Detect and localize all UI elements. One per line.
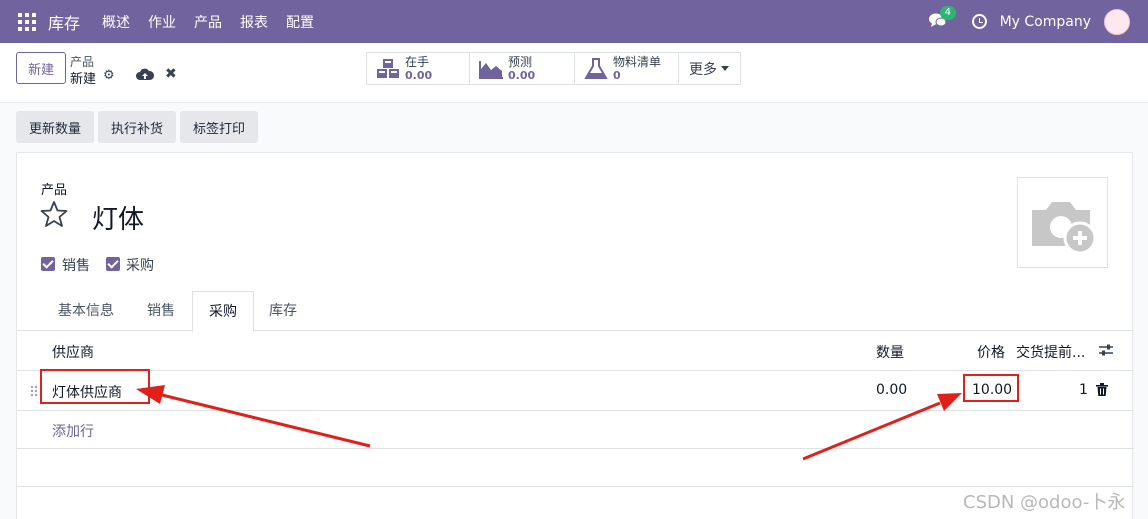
favorite-star-icon[interactable] [39,199,69,229]
replenish-button[interactable]: 执行补货 [98,111,176,143]
cubes-icon [377,58,399,78]
product-image-uploader[interactable] [1017,177,1108,268]
drag-handle-icon[interactable] [30,385,38,397]
chat-count-badge: 4 [939,5,956,20]
vendor-highlight-box [40,369,150,404]
gear-icon[interactable]: ⚙ [103,68,115,83]
stat-bom-value: 0 [613,68,621,82]
vendor-list-header: 供应商 数量 价格 交货提前... [17,331,1134,371]
product-field-label: 产品 [41,183,68,198]
tab-sales[interactable]: 销售 [131,291,191,331]
price-highlight-box [963,374,1019,402]
more-label: 更多 [689,61,717,78]
breadcrumb-current: 新建 [70,72,97,87]
column-settings-icon[interactable] [1099,344,1113,356]
activity-clock-icon[interactable] [971,14,987,29]
flask-icon [584,57,608,79]
control-panel: 新建 产品 新建 ⚙ ✖ 在手 0.00 预测 0.00 物料清单 0 更多 [0,43,1148,103]
stat-bom-label: 物料清单 [613,54,662,69]
col-price[interactable]: 价格 [977,342,1005,362]
add-line-link[interactable]: 添加行 [52,421,94,441]
stat-on-hand[interactable]: 在手 0.00 [366,52,470,85]
user-avatar[interactable] [1104,8,1130,35]
col-vendor[interactable]: 供应商 [52,342,94,362]
purchase-ok-checkbox[interactable] [106,257,120,271]
menu-overview[interactable]: 概述 [102,12,130,32]
menu-reporting[interactable]: 报表 [240,12,268,32]
watermark: CSDN @odoo-卜永 [963,492,1126,513]
more-dropdown[interactable]: 更多 [678,52,741,85]
stat-on-hand-label: 在手 [405,54,430,69]
row-lead-time[interactable]: 1 [1079,382,1088,398]
product-name-field[interactable]: 灯体 [92,199,144,236]
stat-on-hand-value: 0.00 [405,68,433,82]
app-brand[interactable]: 库存 [48,10,80,34]
area-chart-icon [479,60,503,79]
caret-down-icon [721,66,729,71]
stat-forecast-value: 0.00 [508,68,536,82]
form-sheet: 产品 灯体 销售 采购 基本信息 销售 采购 库存 供应商 数量 价格 交货提前… [16,152,1134,519]
chat-button[interactable]: 4 [928,5,956,32]
add-line-row: 添加行 [17,411,1134,449]
menu-products[interactable]: 产品 [194,12,222,32]
col-lead-time[interactable]: 交货提前... [1016,342,1085,362]
top-navbar: 库存 概述 作业 产品 报表 配置 4 My Company [0,0,1148,43]
apps-grid-icon[interactable] [18,12,36,31]
notebook-tabs: 基本信息 销售 采购 库存 [17,291,1134,332]
empty-row [17,449,1134,487]
tab-inventory[interactable]: 库存 [255,291,311,331]
purchase-ok-label: 采购 [126,258,154,274]
trash-icon[interactable] [1096,383,1108,396]
tab-general-info[interactable]: 基本信息 [43,291,129,331]
stat-forecast-label: 预测 [508,54,533,69]
camera-plus-icon [1032,202,1097,255]
menu-operations[interactable]: 作业 [148,12,176,32]
row-quantity[interactable]: 0.00 [876,382,907,398]
sale-ok-label: 销售 [62,258,90,274]
update-quantity-button[interactable]: 更新数量 [16,111,94,143]
company-name[interactable]: My Company [1000,14,1091,30]
save-cloud-icon[interactable] [136,67,154,81]
discard-icon[interactable]: ✖ [165,66,177,82]
new-button[interactable]: 新建 [16,52,66,84]
print-labels-button[interactable]: 标签打印 [180,111,258,143]
col-quantity[interactable]: 数量 [876,342,904,362]
stat-forecast[interactable]: 预测 0.00 [469,52,575,85]
menu-configuration[interactable]: 配置 [286,12,314,32]
sale-ok-checkbox[interactable] [41,257,55,271]
tab-purchase[interactable]: 采购 [192,291,254,332]
stat-bom[interactable]: 物料清单 0 [574,52,679,85]
